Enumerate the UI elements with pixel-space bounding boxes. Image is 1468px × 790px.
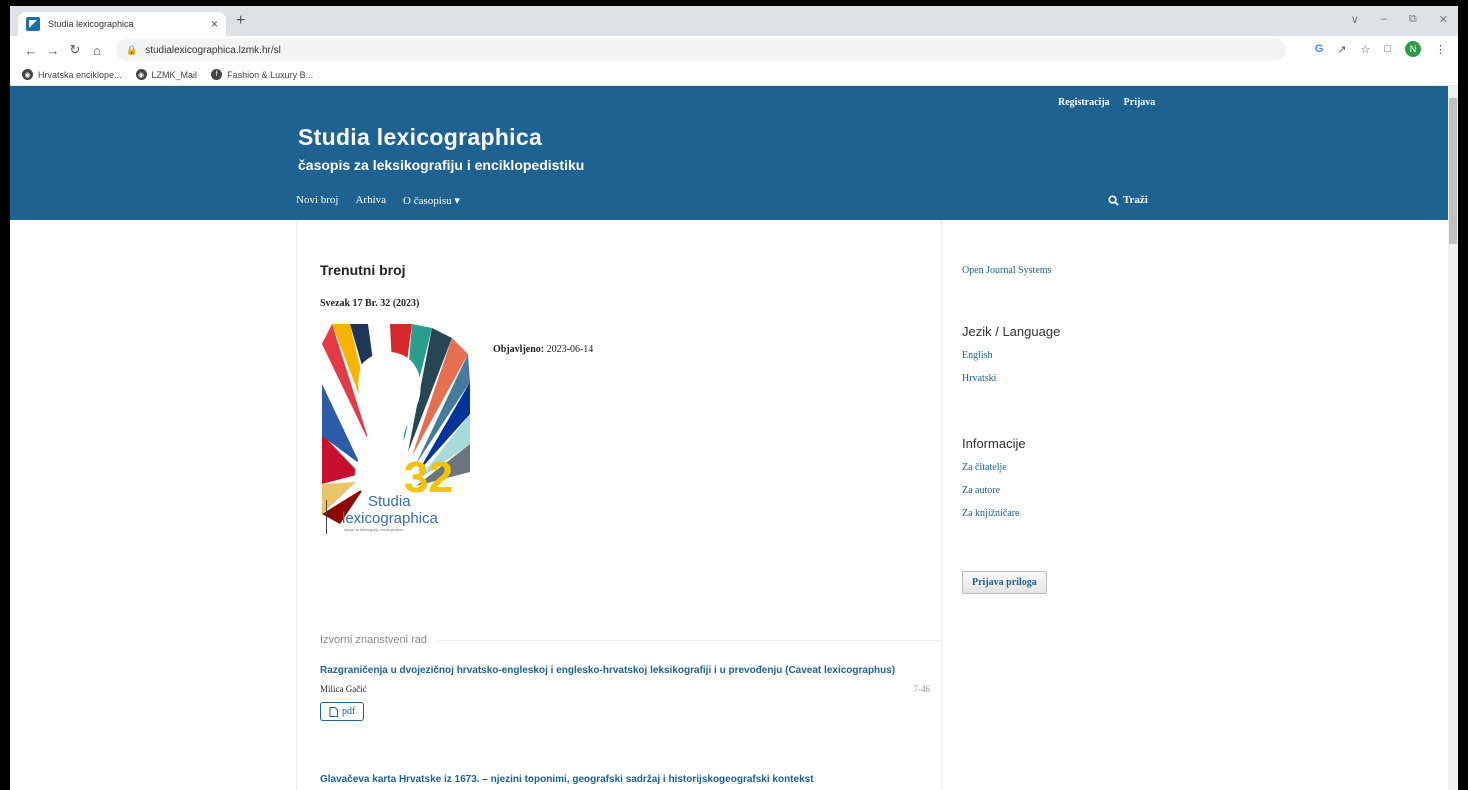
bookmark-item[interactable]: f Fashion & Luxury B... (211, 69, 313, 80)
address-bar[interactable]: 🔒 studialexicographica.lzmk.hr/sl (116, 39, 1286, 61)
issue-cover-image[interactable]: 32 Studia lexicographica časopis za leks… (320, 324, 470, 536)
login-link[interactable]: Prijava (1124, 97, 1156, 108)
reload-icon[interactable]: ↻ (64, 42, 86, 58)
menu-icon[interactable]: ⋮ (1435, 43, 1446, 56)
info-authors-link[interactable]: Za autore (962, 485, 1000, 496)
language-heading: Jezik / Language (962, 324, 1061, 339)
tab-close-icon[interactable]: × (211, 17, 218, 31)
language-croatian[interactable]: Hrvatski (962, 373, 996, 384)
search-label: Traži (1123, 194, 1148, 206)
published-label: Objavljeno: (493, 344, 545, 355)
cover-number: 32 (404, 453, 453, 502)
pdf-label: pdf (342, 706, 356, 717)
article-meta: Milica Gačić 7-46 (320, 684, 930, 694)
section-title: Izvorni znanstveni rad (320, 634, 427, 646)
fashion-site-icon: f (211, 69, 223, 80)
nav-current-issue[interactable]: Novi broj (296, 194, 338, 207)
cover-artwork: 32 Studia lexicographica časopis za leks… (322, 324, 470, 534)
site-favicon-icon (26, 17, 40, 31)
bookmark-item[interactable]: ◉ LZMK_Mail (135, 69, 198, 80)
nav-archive[interactable]: Arhiva (355, 194, 386, 207)
bookmark-label: Hrvatska enciklope... (38, 69, 122, 80)
tab-search-icon[interactable]: ∨ (1351, 13, 1359, 26)
profile-avatar[interactable]: N (1405, 41, 1421, 57)
tab-title: Studia lexicographica (48, 19, 134, 29)
toolbar-actions: G ↗ ☆ □ N ⋮ (1315, 41, 1446, 57)
back-icon[interactable]: ← (20, 43, 42, 58)
bookmarks-bar: ◉ Hrvatska enciklope... ◉ LZMK_Mail f Fa… (10, 64, 1458, 86)
main-column: Trenutni broj Svezak 17 Br. 32 (2023) 32… (296, 220, 942, 790)
file-pdf-icon (329, 706, 338, 717)
info-readers-link[interactable]: Za čitatelje (962, 462, 1007, 473)
article-pages: 7-46 (913, 684, 931, 694)
search-icon (1108, 194, 1119, 206)
new-tab-icon[interactable]: + (236, 12, 245, 30)
browser-tab[interactable]: Studia lexicographica × (18, 12, 226, 36)
web-page: Registracija Prijava Studia lexicographi… (10, 86, 1458, 790)
browser-window: Studia lexicographica × + ∨ – ⧉ ✕ ← → ↻ … (10, 6, 1458, 790)
current-issue-heading: Trenutni broj (320, 262, 406, 278)
nav-about[interactable]: O časopisu ▾ (403, 194, 460, 207)
caret-down-icon: ▾ (454, 195, 460, 207)
site-subtitle: časopis za leksikografiju i enciklopedis… (298, 157, 585, 173)
register-link[interactable]: Registracija (1058, 97, 1110, 108)
published-date: Objavljeno: 2023-06-14 (493, 344, 593, 355)
lock-icon: 🔒 (126, 44, 138, 55)
globe-icon: ◉ (22, 69, 33, 80)
article-title-link[interactable]: Razgraničenja u dvojezičnoj hrvatsko-eng… (320, 664, 920, 678)
bookmark-item[interactable]: ◉ Hrvatska enciklope... (22, 69, 122, 80)
nav-about-label: O časopisu (403, 195, 452, 207)
section-heading: Izvorni znanstveni rad (320, 634, 942, 646)
article-summary: Glavačeva karta Hrvatske iz 1673. – njez… (320, 773, 930, 787)
bookmark-label: Fashion & Luxury B... (227, 69, 314, 80)
url-text: studialexicographica.lzmk.hr/sl (145, 44, 281, 56)
information-heading: Informacije (962, 436, 1026, 451)
make-submission-button[interactable]: Prijava priloga (962, 571, 1047, 594)
forward-icon[interactable]: → (42, 43, 64, 58)
article-title-link[interactable]: Glavačeva karta Hrvatske iz 1673. – njez… (320, 773, 930, 787)
browser-toolbar: ← → ↻ ⌂ 🔒 studialexicographica.lzmk.hr/s… (10, 36, 1458, 64)
side-panel-icon[interactable]: □ (1384, 43, 1391, 55)
ojs-link[interactable]: Open Journal Systems (962, 265, 1051, 276)
info-librarians-link[interactable]: Za knjižničare (962, 508, 1019, 519)
user-nav: Registracija Prijava (1058, 97, 1155, 108)
issue-identification: Svezak 17 Br. 32 (2023) (320, 298, 420, 309)
language-english[interactable]: English (962, 350, 993, 361)
restore-icon[interactable]: ⧉ (1409, 13, 1417, 26)
bookmark-label: LZMK_Mail (151, 69, 198, 80)
cover-line2: lexicographica (342, 510, 439, 527)
google-icon[interactable]: G (1315, 43, 1324, 55)
cover-line3: časopis za leksikografiju i enciklopedis… (344, 528, 404, 532)
page-scrollbar[interactable] (1448, 86, 1458, 790)
search-link[interactable]: Traži (1108, 194, 1148, 206)
site-header: Registracija Prijava Studia lexicographi… (10, 86, 1458, 220)
published-value: 2023-06-14 (546, 344, 594, 355)
content-area: Trenutni broj Svezak 17 Br. 32 (2023) 32… (10, 220, 1458, 790)
globe-icon: ◉ (135, 69, 147, 80)
home-icon[interactable]: ⌂ (86, 43, 108, 58)
site-title[interactable]: Studia lexicographica (298, 124, 542, 151)
share-icon[interactable]: ↗ (1337, 43, 1346, 56)
tab-strip: Studia lexicographica × + ∨ – ⧉ ✕ (10, 6, 1458, 36)
close-window-icon[interactable]: ✕ (1439, 13, 1448, 26)
article-author: Milica Gačić (320, 684, 367, 694)
cover-line1: Studia (368, 493, 411, 510)
window-controls: ∨ – ⧉ ✕ (1351, 13, 1448, 26)
bookmark-star-icon[interactable]: ☆ (1360, 43, 1370, 56)
scrollbar-thumb[interactable] (1449, 98, 1457, 244)
primary-nav: Novi broj Arhiva O časopisu ▾ (296, 194, 460, 207)
article-summary: Razgraničenja u dvojezičnoj hrvatsko-eng… (320, 664, 930, 721)
pdf-galley-button[interactable]: pdf (320, 702, 365, 721)
minimize-icon[interactable]: – (1381, 13, 1387, 26)
